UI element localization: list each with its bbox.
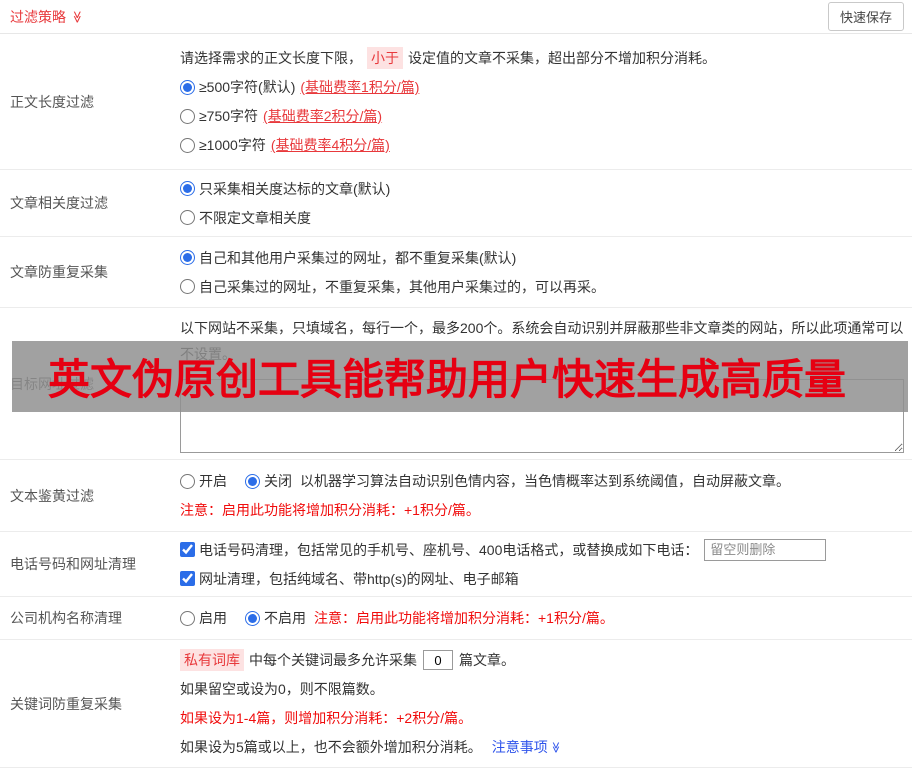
- notice-chevron-icon[interactable]: ≫: [549, 741, 562, 753]
- keyword-count-suffix: 篇文章。: [459, 652, 515, 668]
- radio-dedup-all[interactable]: [180, 250, 195, 265]
- radio-length-500[interactable]: [180, 79, 195, 95]
- checkbox-url-clean-label[interactable]: 网址清理，包括纯域名、带http(s)的网址、电子邮箱: [180, 569, 519, 589]
- blocked-domains-textarea[interactable]: [180, 378, 904, 453]
- row-label-porn-filter: 文本鉴黄过滤: [10, 487, 94, 504]
- notice-link[interactable]: 注意事项: [492, 737, 548, 757]
- row-label-keyword-dedup: 关键词防重复采集: [10, 695, 122, 712]
- radio-length-750-label[interactable]: ≥750字符: [180, 106, 258, 126]
- row-company-clean: 公司机构名称清理 启用 不启用 注意：启用此功能将增加积分消耗：+1积分/篇。: [0, 597, 912, 640]
- checkbox-phone-clean-label[interactable]: 电话号码清理，包括常见的手机号、座机号、400电话格式，或替换成如下电话：: [180, 540, 698, 560]
- keyword-dedup-rule-2: 如果设为5篇或以上，也不会额外增加积分消耗。: [180, 739, 482, 755]
- length-1000-fee-note: (基础费率4积分/篇): [270, 137, 390, 153]
- row-label-url-dedup: 文章防重复采集: [10, 264, 108, 280]
- radio-company-off-label[interactable]: 不启用: [245, 608, 306, 628]
- row-content-company-clean: 启用 不启用 注意：启用此功能将增加积分消耗：+1积分/篇。: [180, 597, 912, 639]
- radio-porn-off-label[interactable]: 关闭: [245, 471, 292, 491]
- radio-porn-on-label[interactable]: 开启: [180, 471, 227, 491]
- row-content-length-filter: 正文长度过滤 请选择需求的正文长度下限， 小于 设定值的文章不采集，超出部分不增…: [0, 34, 912, 170]
- row-porn-filter: 文本鉴黄过滤 开启 关闭 以机器学习算法自动识别色情内容，当色情概率达到系统阈值…: [0, 460, 912, 532]
- checkbox-url-clean-text: 网址清理，包括纯域名、带http(s)的网址、电子邮箱: [199, 570, 519, 587]
- radio-company-on-label[interactable]: 启用: [180, 608, 227, 628]
- radio-relevance-any-label[interactable]: 不限定文章相关度: [180, 208, 311, 228]
- length-option-750: ≥750字符 (基础费率2积分/篇): [180, 102, 904, 131]
- checkbox-phone-clean-text: 电话号码清理，包括常见的手机号、座机号、400电话格式，或替换成如下电话：: [199, 541, 699, 558]
- row-content-phone-url-clean: 电话号码清理，包括常见的手机号、座机号、400电话格式，或替换成如下电话： 网址…: [180, 532, 912, 596]
- radio-dedup-all-label[interactable]: 自己和其他用户采集过的网址，都不重复采集(默认): [180, 248, 516, 268]
- radio-company-on-text: 启用: [199, 610, 227, 626]
- checkbox-url-clean[interactable]: [180, 571, 195, 586]
- length-option-1000: ≥1000字符 (基础费率4积分/篇): [180, 131, 904, 160]
- row-content-content-length: 请选择需求的正文长度下限， 小于 设定值的文章不采集，超出部分不增加积分消耗。 …: [180, 34, 912, 169]
- radio-relevance-any[interactable]: [180, 210, 195, 225]
- keyword-count-text: 中每个关键词最多允许采集: [249, 652, 417, 668]
- row-relevance-filter: 文章相关度过滤 只采集相关度达标的文章(默认) 不限定文章相关度: [0, 170, 912, 237]
- radio-length-750[interactable]: [180, 108, 195, 124]
- target-url-description: 以下网站不采集，只填域名，每行一个，最多200个。系统会自动识别并屏蔽那些非文章…: [180, 319, 904, 362]
- radio-porn-on[interactable]: [180, 473, 195, 489]
- keyword-count-input[interactable]: [423, 650, 453, 670]
- radio-length-1000-text: ≥1000字符: [199, 137, 266, 153]
- radio-dedup-own-text: 自己采集过的网址，不重复采集，其他用户采集过的，可以再采。: [199, 278, 605, 295]
- private-thesaurus-tag[interactable]: 私有词库: [180, 649, 244, 671]
- row-content-url-dedup: 自己和其他用户采集过的网址，都不重复采集(默认) 自己采集过的网址，不重复采集，…: [180, 237, 912, 307]
- row-content-target-url: 以下网站不采集，只填域名，每行一个，最多200个。系统会自动识别并屏蔽那些非文章…: [180, 308, 912, 459]
- row-phone-url-clean: 电话号码和网址清理 电话号码清理，包括常见的手机号、座机号、400电话格式，或替…: [0, 532, 912, 597]
- keyword-dedup-rule-1: 如果留空或设为0，则不限篇数。: [180, 681, 384, 697]
- quick-save-button[interactable]: 快速保存: [827, 2, 904, 31]
- length-500-fee-note: (基础费率1积分/篇): [300, 79, 420, 95]
- intro-suffix: 设定值的文章不采集，超出部分不增加积分消耗。: [408, 50, 716, 66]
- radio-length-750-text: ≥750字符: [199, 108, 259, 124]
- length-option-500: ≥500字符(默认) (基础费率1积分/篇): [180, 73, 904, 102]
- radio-company-off[interactable]: [245, 610, 260, 626]
- company-clean-cost-note: 注意：启用此功能将增加积分消耗：+1积分/篇。: [314, 610, 614, 626]
- intro-highlight-tag: 小于: [367, 47, 403, 69]
- row-target-url-filter: 目标网址过滤 以下网站不采集，只填域名，每行一个，最多200个。系统会自动识别并…: [0, 308, 912, 460]
- phone-replace-input[interactable]: [704, 538, 827, 561]
- row-content-relevance: 只采集相关度达标的文章(默认) 不限定文章相关度: [180, 170, 912, 236]
- keyword-dedup-cost-note: 如果设为1-4篇，则增加积分消耗：+2积分/篇。: [180, 710, 473, 726]
- radio-dedup-own-label[interactable]: 自己采集过的网址，不重复采集，其他用户采集过的，可以再采。: [180, 277, 605, 297]
- page-header: 过滤策略 ≫ 快速保存: [0, 0, 912, 34]
- collapse-chevron-icon[interactable]: ≫: [70, 10, 84, 23]
- row-url-dedup: 文章防重复采集 自己和其他用户采集过的网址，都不重复采集(默认) 自己采集过的网…: [0, 237, 912, 308]
- row-label-phone-url-clean: 电话号码和网址清理: [10, 556, 136, 572]
- radio-porn-off-text: 关闭: [264, 473, 292, 489]
- checkbox-phone-clean[interactable]: [180, 542, 195, 557]
- radio-length-1000-label[interactable]: ≥1000字符: [180, 135, 266, 155]
- porn-filter-cost-note: 注意：启用此功能将增加积分消耗：+1积分/篇。: [180, 502, 480, 518]
- radio-relevance-any-text: 不限定文章相关度: [199, 209, 311, 226]
- intro-prefix: 请选择需求的正文长度下限，: [180, 50, 362, 66]
- radio-dedup-all-text: 自己和其他用户采集过的网址，都不重复采集(默认): [199, 249, 517, 266]
- radio-company-on[interactable]: [180, 610, 195, 626]
- row-content-porn-filter: 开启 关闭 以机器学习算法自动识别色情内容，当色情概率达到系统阈值，自动屏蔽文章…: [180, 460, 912, 531]
- row-label-target-url: 目标网址过滤: [10, 375, 94, 392]
- radio-company-off-text: 不启用: [264, 610, 306, 626]
- radio-length-500-label[interactable]: ≥500字符(默认): [180, 77, 295, 97]
- radio-porn-on-text: 开启: [199, 473, 227, 489]
- row-content-keyword-dedup: 私有词库 中每个关键词最多允许采集 篇文章。 如果留空或设为0，则不限篇数。 如…: [180, 640, 912, 767]
- radio-porn-off[interactable]: [245, 473, 260, 489]
- radio-relevance-strict-text: 只采集相关度达标的文章(默认): [199, 180, 391, 197]
- radio-length-500-text: ≥500字符(默认): [199, 79, 296, 95]
- row-keyword-dedup: 关键词防重复采集 私有词库 中每个关键词最多允许采集 篇文章。 如果留空或设为0…: [0, 640, 912, 768]
- radio-relevance-strict-label[interactable]: 只采集相关度达标的文章(默认): [180, 179, 390, 199]
- radio-dedup-own[interactable]: [180, 279, 195, 294]
- length-750-fee-note: (基础费率2积分/篇): [263, 108, 383, 124]
- page-title[interactable]: 过滤策略: [10, 7, 66, 27]
- porn-filter-description: 以机器学习算法自动识别色情内容，当色情概率达到系统阈值，自动屏蔽文章。: [300, 473, 790, 489]
- content-length-intro: 请选择需求的正文长度下限， 小于 设定值的文章不采集，超出部分不增加积分消耗。: [180, 44, 904, 73]
- radio-length-1000[interactable]: [180, 137, 195, 153]
- row-label-content-length: 正文长度过滤: [10, 93, 94, 110]
- row-label-company-clean: 公司机构名称清理: [10, 610, 122, 626]
- radio-relevance-strict[interactable]: [180, 181, 195, 196]
- row-label-relevance: 文章相关度过滤: [10, 195, 108, 211]
